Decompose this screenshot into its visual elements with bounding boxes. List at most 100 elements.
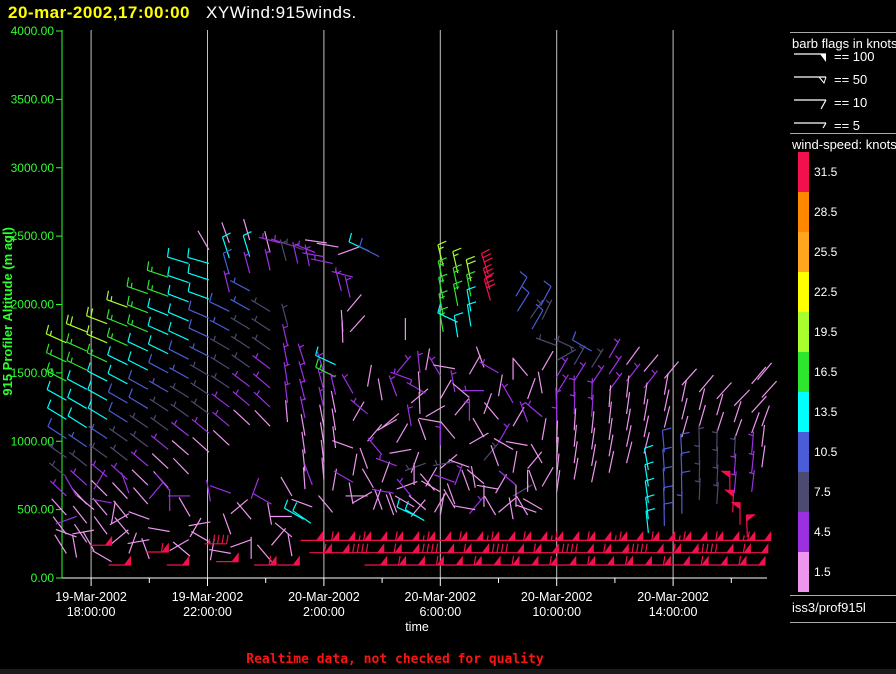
wind-barb xyxy=(191,418,210,434)
wind-barb xyxy=(114,517,130,535)
wind-barb xyxy=(472,417,485,438)
barb-half xyxy=(550,535,553,541)
wind-barb xyxy=(131,469,149,486)
barb-pennant-100 xyxy=(763,530,772,541)
wind-barb xyxy=(626,346,640,366)
wind-barb xyxy=(512,358,529,376)
wind-barb xyxy=(211,393,230,408)
wind-barb xyxy=(150,416,169,431)
barb-half xyxy=(615,355,620,360)
barb-full xyxy=(127,314,131,324)
barb-half xyxy=(254,297,257,303)
wind-barb xyxy=(573,362,587,382)
barb-full xyxy=(359,237,363,247)
wind-barb xyxy=(252,492,272,505)
wind-barb xyxy=(388,491,398,513)
barb-half xyxy=(393,368,396,374)
wind-barb xyxy=(72,505,88,524)
barb-half xyxy=(477,495,482,501)
wind-barb xyxy=(68,433,88,448)
barb-half xyxy=(130,301,133,307)
barb-full xyxy=(147,316,151,326)
quality-warning: Realtime data, not checked for quality xyxy=(246,652,544,667)
wind-barb xyxy=(169,367,189,379)
barb-full xyxy=(747,531,750,541)
barb-half xyxy=(110,333,114,339)
colorbar-label: 13.5 xyxy=(814,405,838,419)
barb-half xyxy=(562,374,567,379)
barb-half xyxy=(551,406,557,409)
barb-pennant-100 xyxy=(555,530,564,541)
y-axis-label: 915 Profiler Altitude (m agl) xyxy=(0,227,15,396)
wind-barb xyxy=(126,285,149,295)
wind-barb xyxy=(187,272,210,281)
wind-barb xyxy=(230,539,252,548)
y-tick-label: 2500.00 xyxy=(11,229,55,243)
wind-barb xyxy=(367,424,383,442)
barb-full xyxy=(363,531,366,541)
barb-full xyxy=(575,543,578,553)
wind-barb xyxy=(470,465,476,488)
barb-half xyxy=(742,535,745,541)
wind-barb xyxy=(109,446,128,461)
wind-barb xyxy=(212,429,230,446)
barb-full xyxy=(644,461,654,466)
wind-barb xyxy=(505,440,528,446)
barb-full xyxy=(127,351,132,361)
wind-barb xyxy=(331,270,354,278)
barb-pennant-100 xyxy=(644,555,652,566)
wind-barb xyxy=(468,354,481,375)
barb-pennant-100 xyxy=(161,542,169,553)
y-tick-label: 1000.00 xyxy=(11,434,55,448)
wind-barb xyxy=(67,396,88,409)
barb-full xyxy=(361,543,364,553)
colorbar-label: 31.5 xyxy=(814,165,838,179)
barb-full xyxy=(463,543,467,553)
wind-barb xyxy=(209,319,230,332)
barb-pennant-100 xyxy=(720,470,731,479)
barb-half xyxy=(597,364,603,370)
barb-pennant-100 xyxy=(427,530,436,541)
barb-full xyxy=(148,353,153,363)
wind-barb xyxy=(527,451,543,469)
barb-pennant-100 xyxy=(619,530,628,541)
barb-pennant-100 xyxy=(331,530,340,541)
barb-half xyxy=(698,427,705,430)
barb-half xyxy=(254,315,258,321)
barb-half xyxy=(213,335,216,341)
barb-legend-row: == 10 xyxy=(792,94,867,114)
barb-full xyxy=(147,335,152,345)
colorbar-label: 1.5 xyxy=(814,565,831,579)
barb-full xyxy=(484,257,493,263)
barb-half xyxy=(579,361,585,367)
wind-barb xyxy=(168,348,189,360)
barb-full xyxy=(128,388,133,398)
wind-barb xyxy=(267,502,273,525)
wind-barb xyxy=(167,256,189,265)
barb-full xyxy=(45,324,50,334)
y-tick-label: 2000.00 xyxy=(11,298,55,312)
wind-barb xyxy=(231,372,251,388)
barb-half xyxy=(213,372,217,379)
barb-pennant-100 xyxy=(446,543,455,554)
barb-half xyxy=(614,535,617,541)
barb-full xyxy=(454,312,464,317)
barb-full xyxy=(188,319,193,329)
barb-half xyxy=(152,396,156,402)
wind-barb xyxy=(372,488,382,510)
wind-barb xyxy=(396,423,409,443)
barb-pennant-100 xyxy=(455,555,463,566)
colorbar-cell xyxy=(798,312,809,352)
barb-pennant-100 xyxy=(379,530,388,541)
barb-legend-label: == 10 xyxy=(834,95,868,111)
barb-pennant-100 xyxy=(571,530,580,541)
wind-barb xyxy=(251,336,271,351)
barb-pennant-100 xyxy=(123,555,132,566)
wind-barb xyxy=(112,482,128,500)
wind-barb xyxy=(359,447,369,469)
wind-barb xyxy=(92,550,112,563)
barb-full xyxy=(519,270,528,278)
wind-barb xyxy=(361,468,374,489)
colorbar-label: 4.5 xyxy=(814,525,831,539)
wind-barb xyxy=(222,513,232,535)
